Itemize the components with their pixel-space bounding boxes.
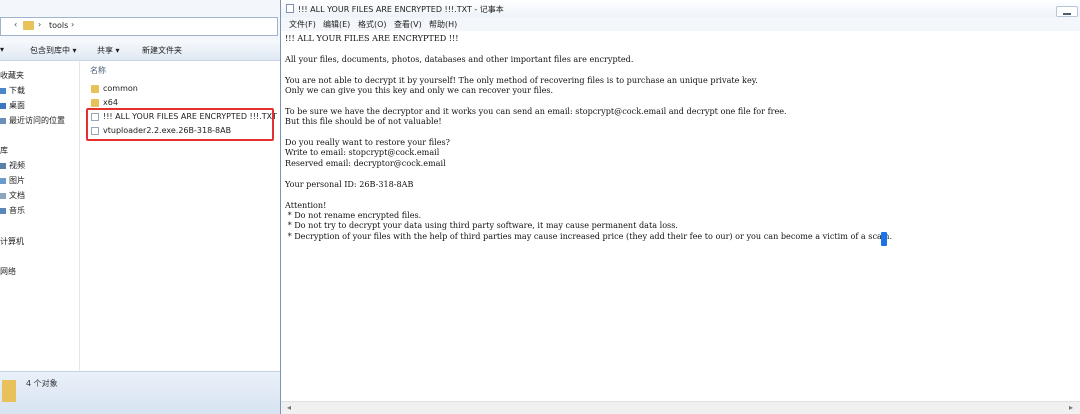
menu-bar: 文件(F) 编辑(E) 格式(O) 查看(V) 帮助(H) [281, 17, 1080, 31]
folder-icon [2, 380, 16, 402]
video-icon [0, 162, 6, 169]
window-title: !!! ALL YOUR FILES ARE ENCRYPTED !!!.TXT… [298, 5, 504, 14]
chevron-right-icon: › [38, 20, 42, 29]
explorer-toolbar: ▾ 包含到库中 ▾ 共享 ▾ 新建文件夹 [0, 40, 280, 61]
nav-downloads[interactable]: 下载 [0, 85, 25, 96]
nav-documents[interactable]: 文档 [0, 190, 25, 201]
title-bar[interactable]: !!! ALL YOUR FILES ARE ENCRYPTED !!!.TXT… [281, 0, 1080, 17]
new-folder-button[interactable]: 新建文件夹 [142, 45, 182, 56]
address-path: tools [49, 21, 69, 30]
menu-format[interactable]: 格式(O) [358, 19, 387, 30]
text-editor[interactable]: !!! ALL YOUR FILES ARE ENCRYPTED !!! All… [285, 33, 1075, 401]
menu-view[interactable]: 查看(V) [394, 19, 422, 30]
nav-computer[interactable]: 计算机 [0, 236, 24, 247]
notepad-window: !!! ALL YOUR FILES ARE ENCRYPTED !!!.TXT… [280, 0, 1080, 414]
share-button[interactable]: 共享 ▾ [97, 45, 120, 56]
picture-icon [0, 177, 6, 184]
menu-file[interactable]: 文件(F) [289, 19, 316, 30]
minimize-button[interactable] [1056, 6, 1078, 17]
nav-desktop[interactable]: 桌面 [0, 100, 25, 111]
chevron-right-icon: › [71, 20, 75, 29]
nav-videos[interactable]: 视频 [0, 160, 25, 171]
music-icon [0, 207, 6, 214]
nav-recent[interactable]: 最近访问的位置 [0, 115, 65, 126]
document-icon [0, 192, 6, 199]
nav-network[interactable]: 网络 [0, 266, 16, 277]
nav-libraries[interactable]: 库 [0, 145, 8, 156]
menu-edit[interactable]: 编辑(E) [323, 19, 350, 30]
red-highlight-box [86, 108, 274, 141]
mouse-cursor-icon [881, 232, 887, 246]
folder-icon [91, 84, 99, 93]
desktop-icon [0, 102, 6, 109]
recent-places-icon [0, 117, 6, 124]
column-header-name[interactable]: 名称 [90, 65, 106, 76]
nav-pictures[interactable]: 图片 [0, 175, 25, 186]
menu-help[interactable]: 帮助(H) [429, 19, 457, 30]
notepad-icon [286, 4, 294, 13]
horizontal-scrollbar[interactable]: ◂ ▸ [281, 401, 1080, 414]
item-count: 4 个对象 [26, 379, 58, 388]
list-item[interactable]: common [91, 84, 138, 93]
folder-icon [23, 21, 34, 30]
chevron-left-icon: ‹ [14, 20, 18, 29]
download-icon [0, 87, 6, 94]
organize-dropdown[interactable]: ▾ [0, 45, 4, 54]
folder-icon [91, 98, 99, 107]
nav-music[interactable]: 音乐 [0, 205, 25, 216]
include-in-library-button[interactable]: 包含到库中 ▾ [30, 45, 77, 56]
nav-favorites[interactable]: 收藏夹 [0, 70, 24, 81]
navigation-pane: 收藏夹 下载 桌面 最近访问的位置 库 视频 图片 文档 音乐 计算机 网络 [0, 61, 80, 371]
list-item[interactable]: x64 [91, 98, 118, 107]
explorer-window: ‹ › tools › ▾ 包含到库中 ▾ 共享 ▾ 新建文件夹 收藏夹 下载 … [0, 0, 280, 414]
address-bar[interactable]: ‹ › tools › [0, 17, 278, 36]
scroll-left-icon[interactable]: ◂ [287, 403, 291, 412]
scroll-right-icon[interactable]: ▸ [1069, 403, 1073, 412]
status-bar: 4 个对象 [0, 371, 280, 414]
